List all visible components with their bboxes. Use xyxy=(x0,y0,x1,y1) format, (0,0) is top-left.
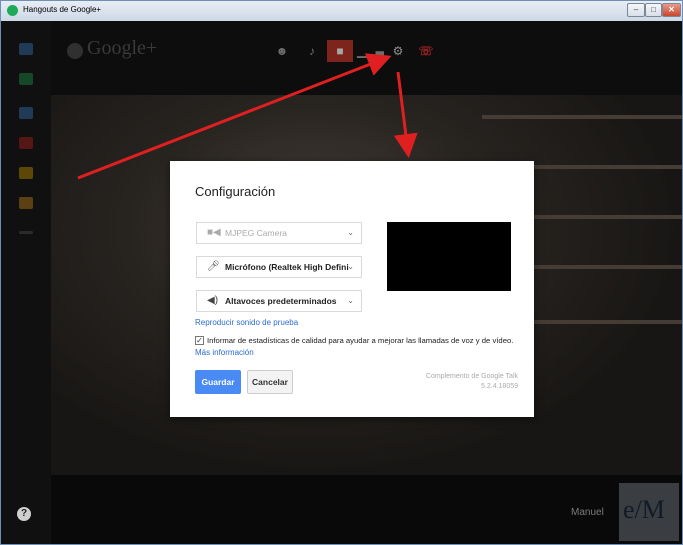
annotation-arrows xyxy=(77,53,418,180)
annotation-arrow-to-dialog xyxy=(393,71,418,158)
annotation-arrow-to-settings xyxy=(77,53,392,180)
